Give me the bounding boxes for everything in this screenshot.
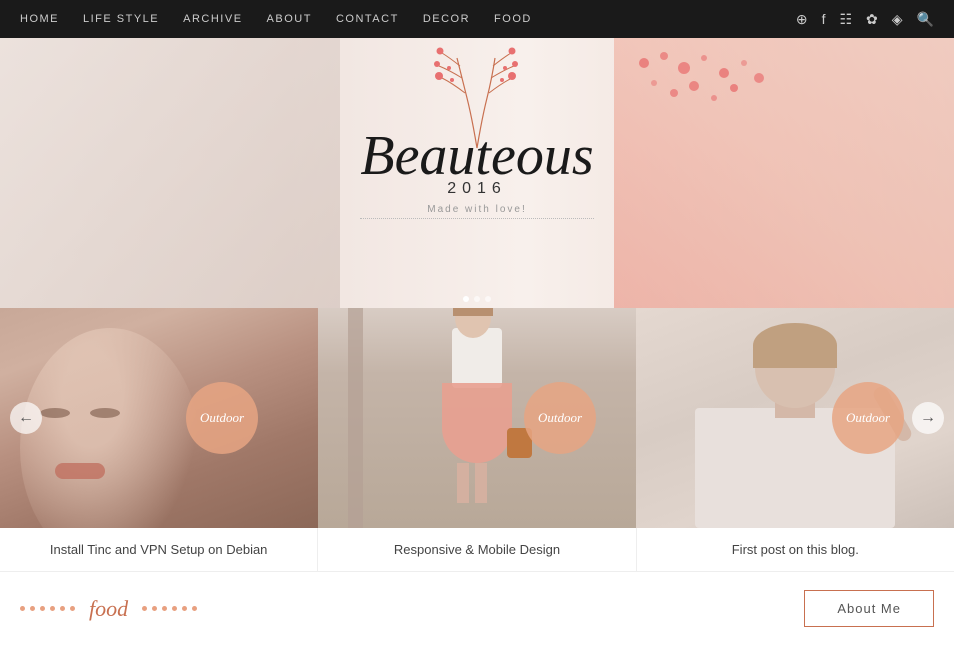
card-3-badge: Outdoor — [832, 382, 904, 454]
food-dot — [142, 606, 147, 611]
cards-section: ← Outdoor — [0, 308, 954, 528]
food-dot — [192, 606, 197, 611]
food-dot — [70, 606, 75, 611]
food-dot — [30, 606, 35, 611]
main-nav: HOME LIFE STYLE ARCHIVE ABOUT CONTACT DE… — [0, 0, 954, 38]
food-dots-left — [20, 606, 75, 611]
food-dots-right — [142, 606, 197, 611]
card-3: Outdoor — [636, 308, 954, 528]
food-dot — [60, 606, 65, 611]
next-slide-button[interactable]: → — [912, 402, 944, 434]
card-3-title: First post on this blog. — [637, 528, 954, 571]
food-dot — [20, 606, 25, 611]
skype-icon[interactable]: ◈ — [892, 11, 903, 28]
hero-center: Beauteous 2016 Made with love! — [360, 128, 593, 219]
nav-links: HOME LIFE STYLE ARCHIVE ABOUT CONTACT DE… — [20, 13, 532, 25]
card-1: Outdoor — [0, 308, 318, 528]
hero-confetti — [624, 48, 774, 148]
card-2-badge: Outdoor — [524, 382, 596, 454]
food-dot — [50, 606, 55, 611]
slider-indicators — [463, 296, 491, 302]
card-1-title: Install Tinc and VPN Setup on Debian — [0, 528, 318, 571]
food-dot — [40, 606, 45, 611]
food-dot — [162, 606, 167, 611]
slider-dot-2[interactable] — [474, 296, 480, 302]
instagram-icon[interactable]: ⊕ — [796, 11, 808, 28]
food-dot — [182, 606, 187, 611]
footer-area: food About Me — [0, 572, 954, 645]
facebook-icon[interactable]: f — [822, 11, 826, 27]
search-icon[interactable]: 🔍 — [917, 11, 934, 28]
nav-decor[interactable]: DECOR — [423, 13, 470, 25]
food-dot — [172, 606, 177, 611]
nav-food[interactable]: FOOD — [494, 13, 532, 25]
card-1-badge: Outdoor — [186, 382, 258, 454]
nav-about[interactable]: ABOUT — [267, 13, 312, 25]
nav-archive[interactable]: ARCHIVE — [183, 13, 242, 25]
card-1-image — [0, 308, 318, 528]
hero-subtitle: Made with love! — [360, 204, 593, 219]
nav-social-icons: ⊕ f ☷ ✿ ◈ 🔍 — [796, 11, 934, 28]
food-dot — [152, 606, 157, 611]
prev-slide-button[interactable]: ← — [10, 402, 42, 434]
hero-banner: Beauteous 2016 Made with love! — [0, 38, 954, 308]
hero-bg-left — [0, 38, 340, 308]
slider-dot-3[interactable] — [485, 296, 491, 302]
feed-icon[interactable]: ☷ — [839, 11, 852, 28]
food-label: food — [83, 596, 134, 622]
card-2: Outdoor — [318, 308, 636, 528]
nav-lifestyle[interactable]: LIFE STYLE — [83, 13, 159, 25]
nav-home[interactable]: HOME — [20, 13, 59, 25]
about-section: About Me — [804, 590, 934, 627]
card-titles-row: Install Tinc and VPN Setup on Debian Res… — [0, 528, 954, 572]
slider-dot-1[interactable] — [463, 296, 469, 302]
card-2-title: Responsive & Mobile Design — [318, 528, 636, 571]
about-me-button[interactable]: About Me — [804, 590, 934, 627]
nav-contact[interactable]: CONTACT — [336, 13, 399, 25]
pinterest-icon[interactable]: ✿ — [866, 11, 878, 28]
hero-logo: Beauteous — [360, 128, 593, 184]
food-section: food — [20, 596, 804, 622]
